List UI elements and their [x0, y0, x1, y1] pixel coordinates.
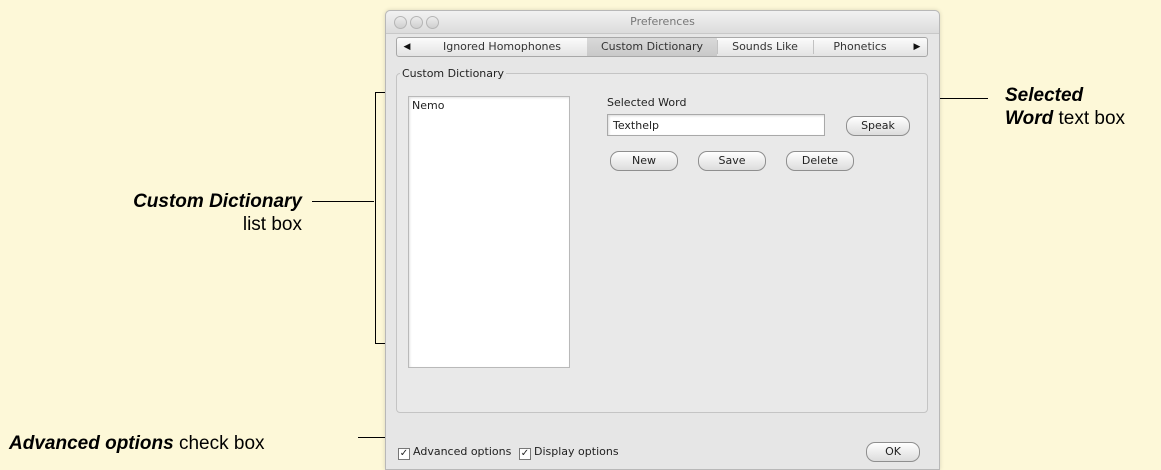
callout-selected-word-rest: text box [1053, 108, 1126, 129]
callout-custom-dictionary: Custom Dictionary list box [90, 190, 302, 236]
delete-button[interactable]: Delete [786, 151, 854, 171]
callout-selected-word: Selected Word text box [1005, 84, 1125, 130]
selected-word-label: Selected Word [607, 96, 687, 109]
selected-word-input[interactable]: Texthelp [607, 114, 825, 136]
callout-advanced-options: Advanced options check box [9, 432, 265, 455]
checkmark-icon[interactable]: ✓ [519, 448, 531, 460]
ok-button[interactable]: OK [866, 442, 920, 462]
list-item[interactable]: Nemo [412, 99, 444, 112]
tab-scroll-left-icon[interactable]: ◀ [399, 38, 415, 56]
preferences-window: Preferences ◀ Ignored Homophones Custom … [385, 10, 940, 470]
tab-separator [813, 40, 814, 54]
callout-bracket-vertical [375, 92, 376, 344]
callout-selected-word-bold1: Selected [1005, 85, 1084, 106]
window-title: Preferences [630, 15, 695, 28]
tab-separator [717, 40, 718, 54]
callout-advanced-options-bold: Advanced options [9, 433, 174, 454]
group-label: Custom Dictionary [400, 67, 507, 80]
tab-phonetics[interactable]: Phonetics [815, 38, 905, 56]
save-button[interactable]: Save [698, 151, 766, 171]
checkmark-icon[interactable]: ✓ [398, 448, 410, 460]
display-options-label: Display options [534, 445, 619, 458]
display-options-checkbox[interactable]: ✓ Display options [519, 445, 619, 460]
tab-bar: ◀ Ignored Homophones Custom Dictionary S… [396, 37, 928, 57]
tab-scroll-right-icon[interactable]: ▶ [909, 38, 925, 56]
callout-custom-dictionary-line [312, 201, 374, 202]
speak-button[interactable]: Speak [846, 116, 910, 136]
custom-dictionary-listbox[interactable]: Nemo [408, 96, 570, 368]
tab-ignored-homophones[interactable]: Ignored Homophones [417, 38, 587, 56]
callout-advanced-options-rest: check box [173, 433, 265, 454]
new-button[interactable]: New [610, 151, 678, 171]
advanced-options-checkbox[interactable]: ✓ Advanced options [398, 445, 511, 460]
tab-custom-dictionary[interactable]: Custom Dictionary [587, 38, 717, 56]
advanced-options-label: Advanced options [413, 445, 512, 458]
title-bar: Preferences [386, 11, 939, 34]
callout-selected-word-bold2: Word [1005, 108, 1054, 129]
tab-sounds-like[interactable]: Sounds Like [719, 38, 811, 56]
callout-custom-dictionary-bold: Custom Dictionary [133, 191, 302, 212]
callout-custom-dictionary-rest: list box [242, 214, 302, 235]
